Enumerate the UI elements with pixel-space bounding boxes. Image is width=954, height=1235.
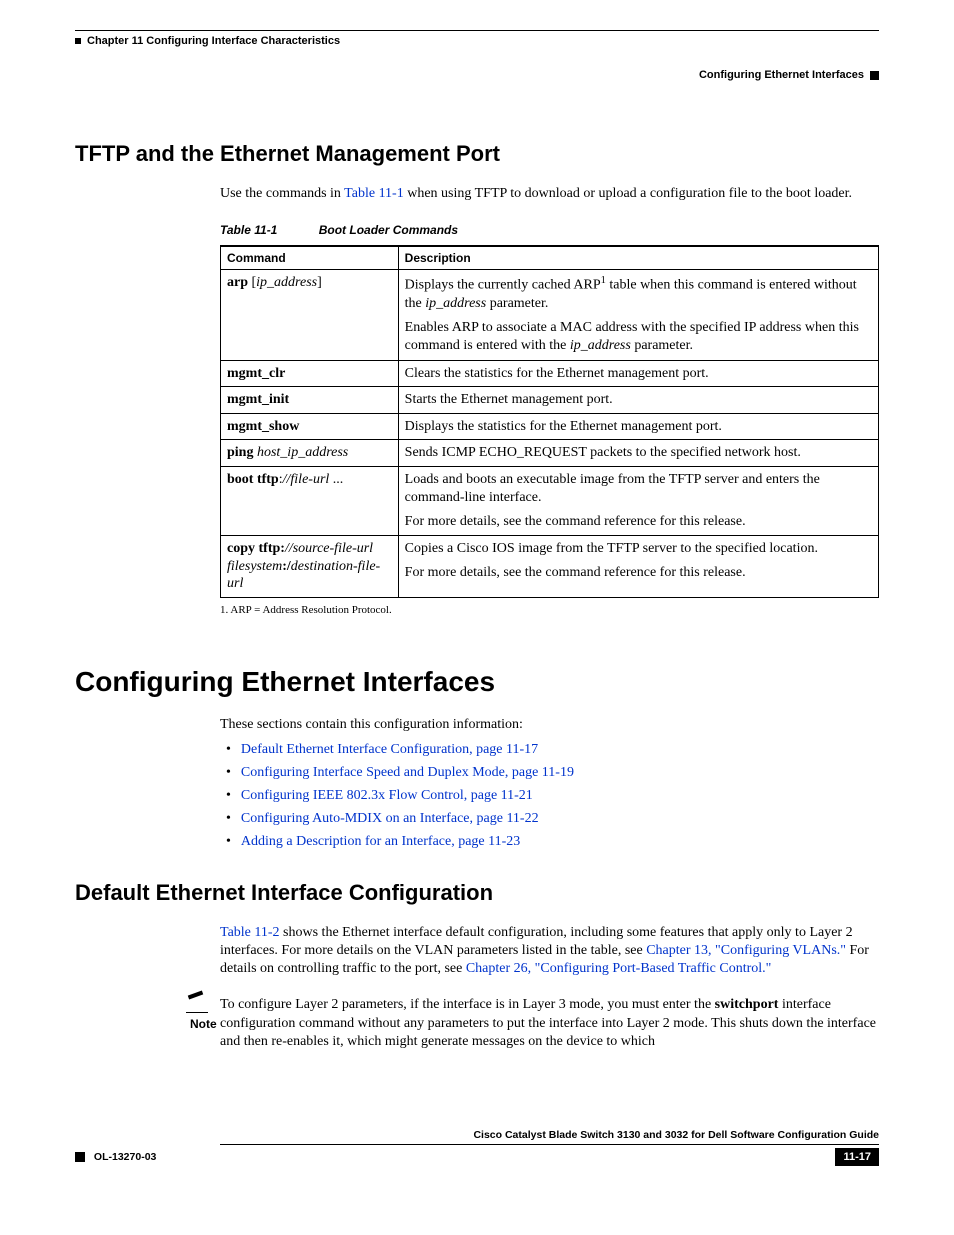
note-text: To configure Layer 2 parameters, if the … [220, 996, 879, 1051]
th-description: Description [398, 246, 878, 270]
list-item: Configuring Auto-MDIX on an Interface, p… [242, 811, 879, 827]
cell-description: Sends ICMP ECHO_REQUEST packets to the s… [398, 440, 878, 467]
section-link[interactable]: Configuring Interface Speed and Duplex M… [241, 765, 574, 780]
table-row: mgmt_showDisplays the statistics for the… [221, 413, 879, 440]
list-item: Default Ethernet Interface Configuration… [242, 742, 879, 758]
table-row: arp [ip_address]Displays the currently c… [221, 270, 879, 360]
section-link[interactable]: Configuring Auto-MDIX on an Interface, p… [241, 811, 539, 826]
cell-command: mgmt_init [221, 387, 399, 414]
tftp-heading: TFTP and the Ethernet Management Port [75, 141, 879, 167]
note-icon [186, 996, 208, 1013]
tftp-intro: Use the commands in Table 11-1 when usin… [220, 185, 879, 203]
table-11-1-caption: Table 11-1 Boot Loader Commands [220, 223, 879, 237]
section-link[interactable]: Configuring IEEE 802.3x Flow Control, pa… [241, 788, 533, 803]
cell-description: Starts the Ethernet management port. [398, 387, 878, 414]
header-marker-icon [75, 38, 81, 44]
chapter-label: Chapter 11 Configuring Interface Charact… [87, 35, 340, 47]
cell-description: Copies a Cisco IOS image from the TFTP s… [398, 536, 878, 598]
configuring-heading: Configuring Ethernet Interfaces [75, 666, 879, 698]
header-marker-icon [870, 71, 879, 80]
default-cfg-heading: Default Ethernet Interface Configuration [75, 880, 879, 906]
cell-description: Loads and boots an executable image from… [398, 466, 878, 536]
configuring-intro: These sections contain this configuratio… [220, 716, 879, 734]
table-footnote: 1. ARP = Address Resolution Protocol. [220, 604, 879, 616]
section-link[interactable]: Adding a Description for an Interface, p… [241, 834, 520, 849]
boot-loader-commands-table: Command Description arp [ip_address]Disp… [220, 245, 879, 597]
table-row: mgmt_clrClears the statistics for the Et… [221, 360, 879, 387]
cell-command: mgmt_clr [221, 360, 399, 387]
table-row: boot tftp://file-url ...Loads and boots … [221, 466, 879, 536]
table-row: mgmt_initStarts the Ethernet management … [221, 387, 879, 414]
default-cfg-paragraph: Table 11-2 shows the Ethernet interface … [220, 924, 879, 979]
cell-command: copy tftp://source-file-url filesystem:/… [221, 536, 399, 598]
link-chapter-26[interactable]: Chapter 26, "Configuring Port-Based Traf… [466, 961, 772, 976]
cell-description: Displays the currently cached ARP1 table… [398, 270, 878, 360]
link-chapter-13[interactable]: Chapter 13, "Configuring VLANs." [646, 943, 846, 958]
table-row: copy tftp://source-file-url filesystem:/… [221, 536, 879, 598]
th-command: Command [221, 246, 399, 270]
footer-doc-id: OL-13270-03 [94, 1151, 156, 1163]
cell-command: mgmt_show [221, 413, 399, 440]
note-label: Note [190, 1017, 220, 1031]
footer-marker-icon [75, 1152, 85, 1162]
list-item: Configuring IEEE 802.3x Flow Control, pa… [242, 788, 879, 804]
section-link[interactable]: Default Ethernet Interface Configuration… [241, 742, 538, 757]
list-item: Configuring Interface Speed and Duplex M… [242, 765, 879, 781]
link-table-11-2[interactable]: Table 11-2 [220, 925, 280, 940]
cell-command: boot tftp://file-url ... [221, 466, 399, 536]
section-link-list: Default Ethernet Interface Configuration… [220, 742, 879, 850]
list-item: Adding a Description for an Interface, p… [242, 834, 879, 850]
footer-guide-title: Cisco Catalyst Blade Switch 3130 and 303… [220, 1129, 879, 1145]
page-header-right: Configuring Ethernet Interfaces [75, 69, 879, 81]
cell-command: ping host_ip_address [221, 440, 399, 467]
page-header-left: Chapter 11 Configuring Interface Charact… [75, 35, 879, 47]
table-row: ping host_ip_addressSends ICMP ECHO_REQU… [221, 440, 879, 467]
cell-command: arp [ip_address] [221, 270, 399, 360]
page-number: 11-17 [835, 1148, 879, 1166]
cell-description: Displays the statistics for the Ethernet… [398, 413, 878, 440]
section-label: Configuring Ethernet Interfaces [699, 69, 864, 81]
cell-description: Clears the statistics for the Ethernet m… [398, 360, 878, 387]
link-table-11-1[interactable]: Table 11-1 [344, 186, 404, 201]
